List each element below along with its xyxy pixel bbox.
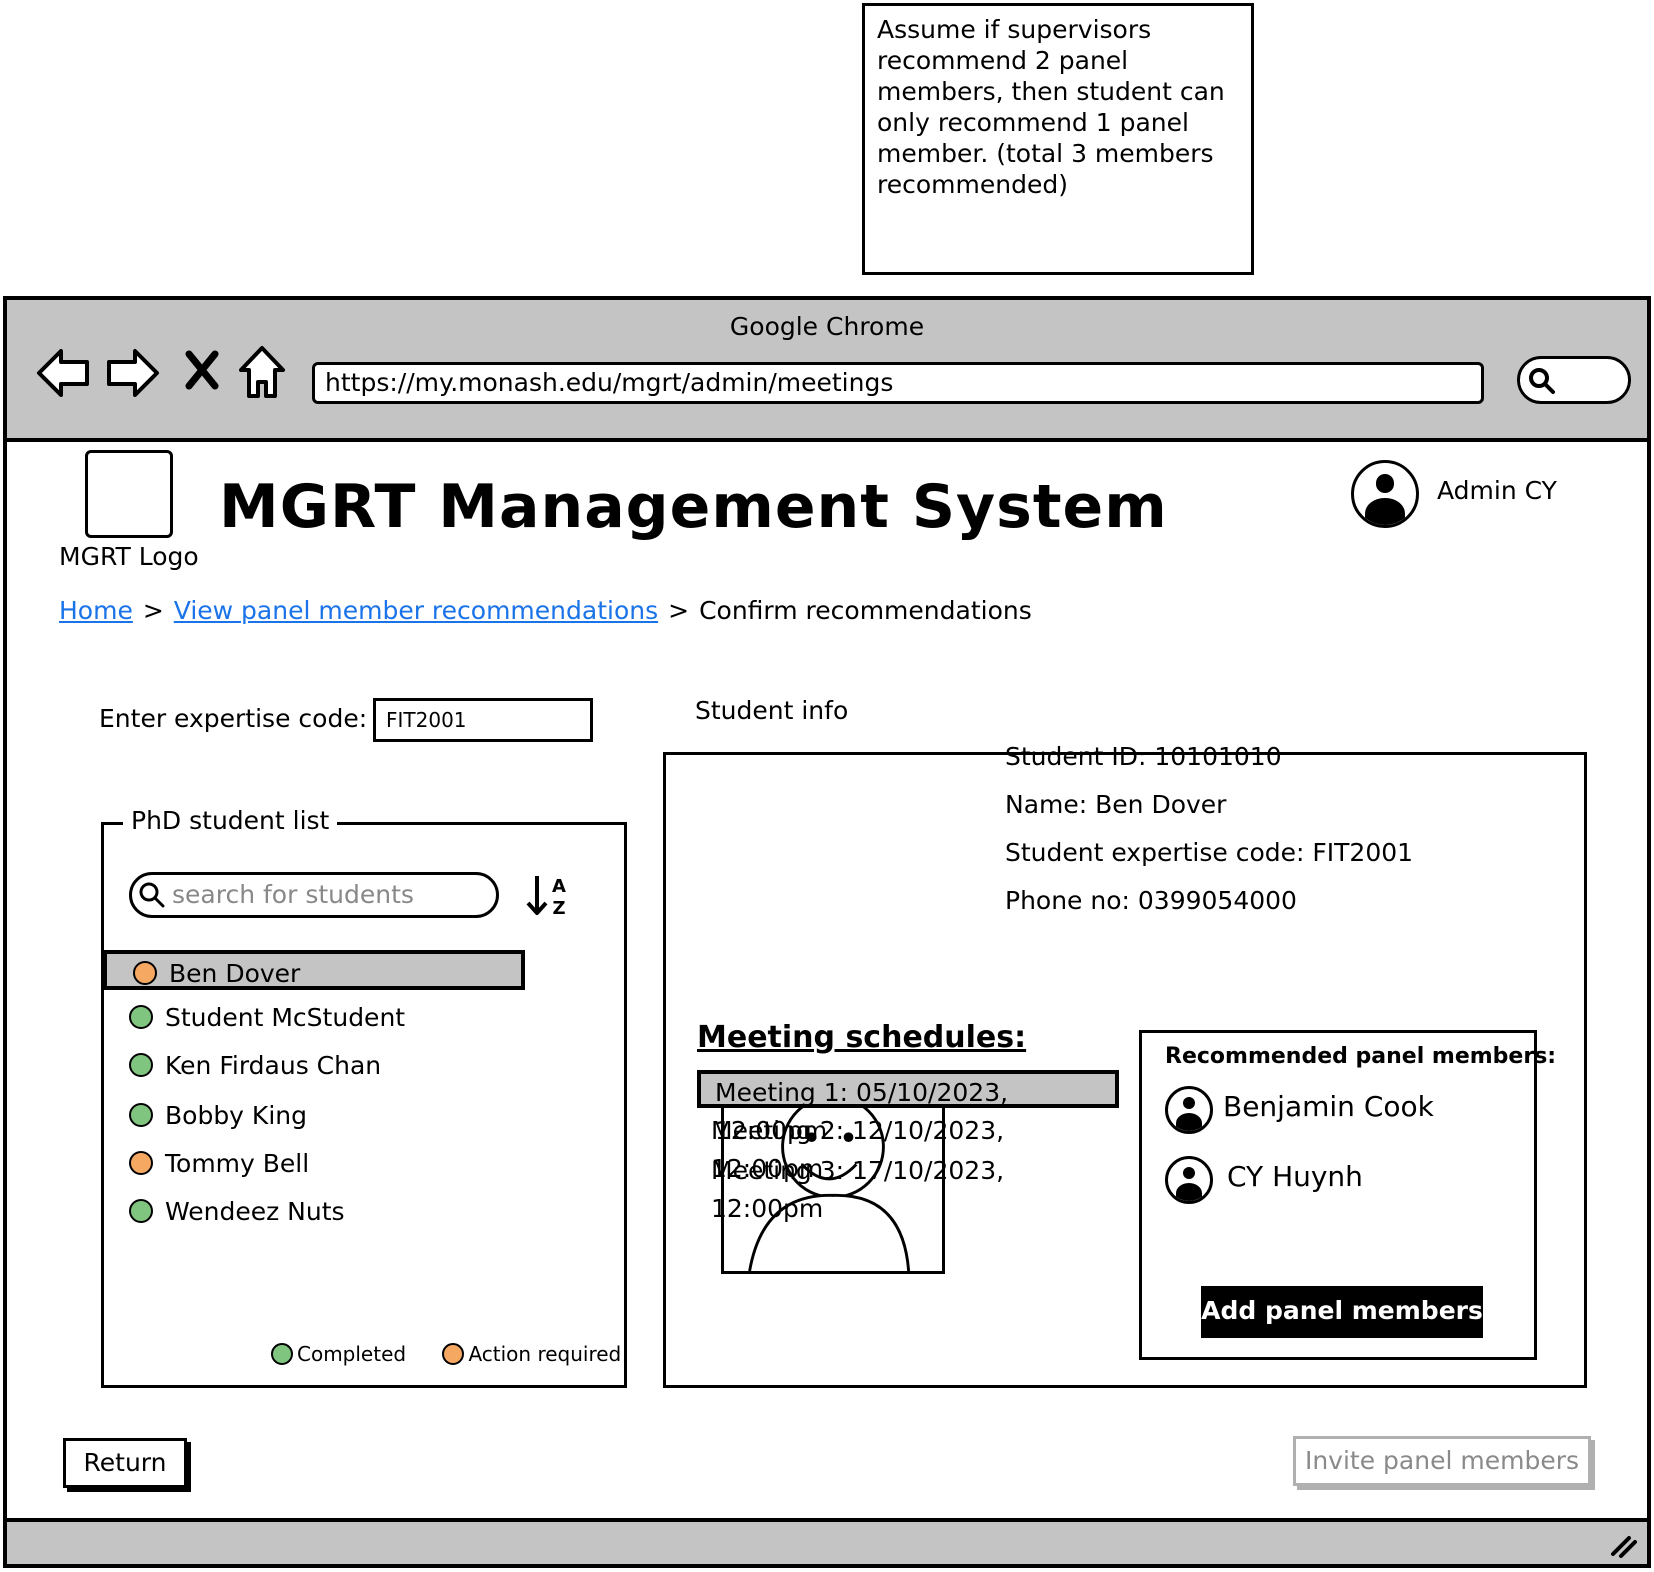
student-name: Ken Firdaus Chan — [165, 1051, 382, 1080]
student-search-input[interactable]: search for students — [129, 872, 499, 918]
browser-title: Google Chrome — [729, 312, 925, 341]
browser-toolbar: Google Chrome https://my.monash.edu/mgrt… — [7, 300, 1647, 442]
legend-action-label: Action required — [468, 1342, 622, 1366]
status-legend: Completed Action required — [271, 1342, 621, 1366]
return-button[interactable]: Return — [63, 1438, 187, 1488]
browser-search-box[interactable] — [1517, 356, 1631, 404]
member-avatar-icon — [1165, 1086, 1213, 1134]
student-list-item[interactable]: Tommy Bell — [129, 1144, 309, 1184]
status-action-icon — [133, 961, 157, 985]
student-name: Bobby King — [165, 1101, 307, 1130]
status-completed-icon — [129, 1053, 153, 1077]
student-list-item[interactable]: Student McStudent — [129, 998, 405, 1038]
back-icon[interactable] — [35, 346, 91, 400]
student-name: Ben Dover — [169, 959, 301, 988]
member-avatar-icon — [1165, 1156, 1213, 1204]
browser-window: Google Chrome https://my.monash.edu/mgrt… — [3, 296, 1651, 1568]
browser-status-bar — [7, 1518, 1647, 1564]
breadcrumb-separator: > — [142, 596, 164, 625]
note-text: Assume if supervisors recommend 2 panel … — [877, 15, 1225, 199]
resize-handle-icon[interactable] — [1607, 1528, 1639, 1560]
expertise-code-input[interactable]: FIT2001 — [373, 698, 593, 742]
user-name[interactable]: Admin CY — [1437, 476, 1557, 505]
status-completed-icon — [129, 1005, 153, 1029]
svg-text:A: A — [552, 876, 566, 897]
add-panel-members-button[interactable]: Add panel members — [1201, 1286, 1483, 1338]
expertise-code-label: Enter expertise code: — [99, 704, 368, 733]
phd-student-list-legend: PhD student list — [123, 806, 338, 835]
student-list-item[interactable]: Bobby King — [129, 1096, 307, 1136]
forward-icon[interactable] — [103, 346, 161, 400]
status-completed-icon — [129, 1103, 153, 1127]
svg-text:Z: Z — [552, 898, 565, 918]
meeting-item[interactable]: Meeting 2: 12/10/2023, 12:00pm — [697, 1112, 1119, 1183]
meeting-schedules-title: Meeting schedules: — [697, 1020, 1027, 1055]
home-icon[interactable] — [237, 344, 287, 400]
sort-az-icon[interactable]: A Z — [525, 872, 573, 918]
status-completed-icon — [271, 1342, 293, 1365]
legend-completed-label: Completed — [297, 1342, 407, 1366]
student-name: Student McStudent — [165, 1003, 406, 1032]
user-avatar-icon[interactable] — [1351, 460, 1419, 528]
breadcrumb-recommendations-link[interactable]: View panel member recommendations — [174, 596, 658, 625]
breadcrumb-separator: > — [668, 596, 690, 625]
invite-panel-members-button[interactable]: Invite panel members — [1293, 1436, 1591, 1486]
close-icon[interactable] — [185, 350, 219, 390]
student-list-item[interactable]: Ken Firdaus Chan — [129, 1046, 381, 1086]
student-info-legend: Student info — [687, 696, 857, 725]
breadcrumb-current: Confirm recommendations — [699, 596, 1032, 625]
logo-placeholder — [85, 450, 173, 538]
search-icon — [1529, 368, 1555, 394]
breadcrumb-home-link[interactable]: Home — [59, 596, 133, 625]
page-title: MGRT Management System — [219, 472, 1168, 542]
student-list-item[interactable]: Ben Dover — [103, 950, 525, 990]
student-list-item[interactable]: Wendeez Nuts — [129, 1192, 345, 1232]
panel-member-name[interactable]: CY Huynh — [1227, 1160, 1363, 1193]
breadcrumb: Home > View panel member recommendations > C… — [59, 596, 1032, 625]
student-name: Tommy Bell — [165, 1149, 310, 1178]
logo-label: MGRT Logo — [59, 542, 199, 571]
meeting-item[interactable]: Meeting 1: 05/10/2023, 12:00pm — [697, 1070, 1119, 1145]
panel-member-name[interactable]: Benjamin Cook — [1223, 1090, 1434, 1123]
address-bar[interactable]: https://my.monash.edu/mgrt/admin/meeting… — [312, 362, 1484, 404]
meeting-item[interactable]: Meeting 3: 17/10/2023, 12:00pm — [697, 1152, 1119, 1223]
search-icon — [139, 882, 165, 908]
status-action-icon — [442, 1342, 465, 1365]
student-phone: Phone no: 0399054000 — [1005, 886, 1297, 915]
annotation-note: Assume if supervisors recommend 2 panel … — [862, 3, 1254, 275]
status-completed-icon — [129, 1199, 153, 1223]
student-name-detail: Name: Ben Dover — [1005, 790, 1227, 819]
student-name: Wendeez Nuts — [165, 1197, 345, 1226]
student-expertise-code: Student expertise code: FIT2001 — [1005, 838, 1414, 867]
recommended-panel-title: Recommended panel members: — [1165, 1044, 1557, 1069]
status-action-icon — [129, 1151, 153, 1175]
student-id: Student ID: 10101010 — [1005, 742, 1282, 771]
